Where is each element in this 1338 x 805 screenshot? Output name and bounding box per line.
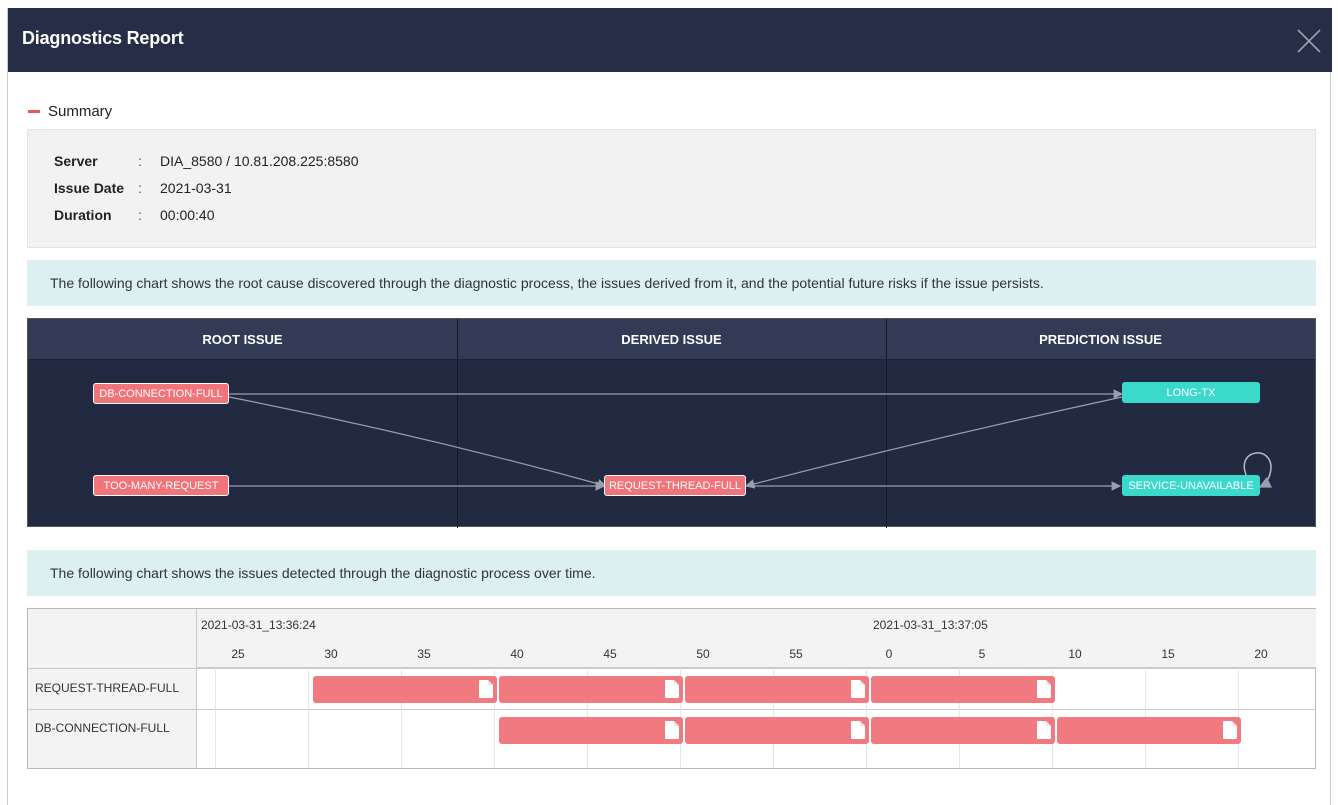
- summary-row-server: Server : DIA_8580 / 10.81.208.225:8580: [54, 153, 359, 169]
- timeline-issue-bar[interactable]: [499, 676, 684, 703]
- relation-edges: [228, 389, 1273, 491]
- summary-key: Issue Date: [54, 180, 125, 196]
- node-request-thread-full[interactable]: REQUEST-THREAD-FULL: [604, 475, 746, 496]
- issue-timeline: 2021-03-31_13:36:24 2021-03-31_13:37:05 …: [27, 608, 1316, 769]
- document-icon[interactable]: [1037, 680, 1052, 698]
- summary-value: DIA_8580 / 10.81.208.225:8580: [160, 153, 359, 169]
- node-db-connection-full[interactable]: DB-CONNECTION-FULL: [93, 383, 229, 404]
- collapse-icon: [28, 109, 40, 113]
- close-icon[interactable]: [1294, 26, 1324, 56]
- document-icon[interactable]: [851, 680, 866, 698]
- timeline-tick: 15: [1161, 647, 1175, 661]
- timeline-issue-bar[interactable]: [871, 717, 1056, 744]
- timeline-tick: 20: [1254, 647, 1268, 661]
- timeline-tick: 55: [789, 647, 803, 661]
- summary-separator: :: [138, 153, 142, 169]
- summary-heading: Summary: [48, 102, 113, 120]
- issue-relation-chart: ROOT ISSUE DERIVED ISSUE PREDICTION ISSU…: [27, 318, 1316, 528]
- relation-chart-description: The following chart shows the root cause…: [27, 260, 1316, 306]
- document-icon[interactable]: [665, 680, 680, 698]
- summary-value: 00:00:40: [160, 207, 215, 223]
- timeline-mid-date: 2021-03-31_13:37:05: [873, 618, 988, 632]
- timeline-row-label: REQUEST-THREAD-FULL: [35, 681, 180, 695]
- timeline-tick: 50: [696, 647, 710, 661]
- timeline-tick: 10: [1068, 647, 1082, 661]
- summary-section-toggle[interactable]: Summary: [28, 101, 112, 121]
- timeline-tick: 30: [324, 647, 338, 661]
- timeline-issue-bar[interactable]: [1057, 717, 1242, 744]
- timeline-issue-bar[interactable]: [499, 717, 684, 744]
- node-long-tx[interactable]: LONG-TX: [1122, 382, 1260, 403]
- timeline-axis: 2021-03-31_13:36:24 2021-03-31_13:37:05 …: [197, 609, 1316, 668]
- timeline-tick: 40: [510, 647, 524, 661]
- document-icon[interactable]: [1223, 721, 1238, 739]
- diagnostics-report-dialog: Diagnostics Report Summary Server : DIA_…: [7, 8, 1332, 805]
- document-icon[interactable]: [851, 721, 866, 739]
- document-icon[interactable]: [479, 680, 494, 698]
- timeline-issue-bar[interactable]: [685, 676, 870, 703]
- timeline-tick: 5: [978, 647, 986, 661]
- summary-box: Server : DIA_8580 / 10.81.208.225:8580 I…: [27, 129, 1316, 248]
- edge-longtx-to-requestthread: [744, 396, 1123, 489]
- title-bar: Diagnostics Report: [8, 8, 1332, 72]
- node-too-many-request[interactable]: TOO-MANY-REQUEST: [93, 475, 229, 496]
- timeline-tick: 45: [603, 647, 617, 661]
- summary-row-issue-date: Issue Date : 2021-03-31: [54, 180, 232, 196]
- timeline-tick: 25: [231, 647, 245, 661]
- timeline-tick: 35: [417, 647, 431, 661]
- timeline-gridline: [215, 668, 216, 768]
- document-icon[interactable]: [665, 721, 680, 739]
- summary-key: Duration: [54, 207, 112, 223]
- timeline-issue-bar[interactable]: [871, 676, 1056, 703]
- timeline-start-date: 2021-03-31_13:36:24: [201, 618, 316, 632]
- timeline-divider: [28, 709, 1316, 710]
- summary-separator: :: [138, 180, 142, 196]
- summary-separator: :: [138, 207, 142, 223]
- timeline-description: The following chart shows the issues det…: [27, 550, 1316, 596]
- node-service-unavailable[interactable]: SERVICE-UNAVAILABLE: [1122, 475, 1260, 496]
- edge-db-to-requestthread: [228, 396, 608, 489]
- document-icon[interactable]: [1037, 721, 1052, 739]
- timeline-issue-bar[interactable]: [313, 676, 498, 703]
- summary-row-duration: Duration : 00:00:40: [54, 207, 215, 223]
- summary-value: 2021-03-31: [160, 180, 232, 196]
- timeline-issue-bar[interactable]: [685, 717, 870, 744]
- timeline-tick: 0: [885, 647, 893, 661]
- timeline-row-label: DB-CONNECTION-FULL: [35, 721, 170, 735]
- summary-key: Server: [54, 153, 98, 169]
- dialog-title: Diagnostics Report: [22, 28, 184, 48]
- timeline-gridline: [308, 668, 309, 768]
- timeline-divider: [28, 668, 1316, 669]
